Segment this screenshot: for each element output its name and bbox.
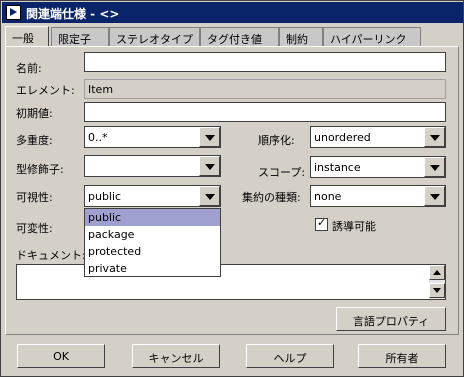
visibility-value: public [88, 190, 122, 203]
navigable-label: 誘導可能 [332, 220, 376, 233]
multiplicity-combo[interactable]: 0..* [84, 126, 221, 148]
visibility-option-package[interactable]: package [85, 226, 220, 243]
name-label: 名前: [16, 62, 42, 75]
cancel-button[interactable]: キャンセル [132, 344, 220, 368]
initial-value-label: 初期値: [16, 107, 53, 120]
title-bar[interactable]: 関連端仕様 - <> [2, 2, 463, 23]
scope-value: instance [314, 161, 361, 174]
visibility-option-private[interactable]: private [85, 260, 220, 277]
window-title: 関連端仕様 - <> [26, 7, 120, 21]
ordering-label: 順序化: [258, 134, 295, 147]
documentation-textarea[interactable] [16, 264, 446, 300]
tab-qualifiers[interactable]: 限定子 [51, 27, 109, 47]
visibility-label: 可視性: [16, 191, 53, 204]
visibility-combo[interactable]: public [84, 185, 221, 207]
initial-value-field[interactable] [84, 102, 446, 122]
app-icon [6, 5, 21, 20]
navigable-checkbox[interactable] [315, 216, 328, 231]
tab-general[interactable]: 一般 [5, 26, 49, 47]
scope-label: スコープ: [258, 166, 306, 179]
type-modifier-combo[interactable] [84, 155, 221, 177]
visibility-option-public[interactable]: public [85, 209, 220, 226]
multiplicity-label: 多重度: [16, 134, 53, 147]
tab-hyperlinks[interactable]: ハイパーリンク [323, 27, 421, 47]
aggregation-value: none [314, 190, 342, 203]
chevron-down-icon[interactable] [424, 186, 445, 206]
scope-combo[interactable]: instance [310, 156, 446, 178]
ordering-combo[interactable]: unordered [310, 126, 446, 148]
ok-button[interactable]: OK [17, 344, 105, 368]
type-modifier-label: 型修飾子: [16, 163, 64, 176]
tab-tagged-values[interactable]: タグ付き値 [200, 27, 279, 47]
multiplicity-value: 0..* [88, 131, 108, 144]
documentation-label: ドキュメント: [16, 249, 86, 262]
visibility-dropdown-list[interactable]: public package protected private [84, 208, 221, 277]
aggregation-label: 集約の種類: [242, 191, 301, 204]
aggregation-combo[interactable]: none [310, 185, 446, 207]
chevron-down-icon[interactable] [199, 127, 220, 147]
owner-button[interactable]: 所有者 [358, 344, 446, 368]
help-button[interactable]: ヘルプ [246, 344, 334, 368]
element-label: エレメント: [16, 84, 75, 97]
dialog-window: 関連端仕様 - <> 一般 限定子 ステレオタイプ タグ付き値 制約 ハイパーリ… [0, 0, 464, 377]
name-field[interactable] [84, 52, 446, 72]
scroll-up-icon[interactable] [429, 265, 445, 280]
tab-constraints[interactable]: 制約 [279, 27, 323, 47]
chevron-down-icon[interactable] [199, 186, 220, 206]
language-properties-button[interactable]: 言語プロパティ [336, 307, 446, 331]
visibility-option-protected[interactable]: protected [85, 243, 220, 260]
chevron-down-icon[interactable] [424, 127, 445, 147]
scroll-down-icon[interactable] [429, 283, 445, 298]
chevron-down-icon[interactable] [424, 157, 445, 177]
ordering-value: unordered [314, 131, 371, 144]
tab-stereotype[interactable]: ステレオタイプ [109, 27, 200, 47]
changeability-label: 可変性: [16, 222, 53, 235]
documentation-scrollbar[interactable] [429, 265, 445, 299]
element-field: Item [84, 79, 446, 99]
chevron-down-icon[interactable] [199, 156, 220, 176]
